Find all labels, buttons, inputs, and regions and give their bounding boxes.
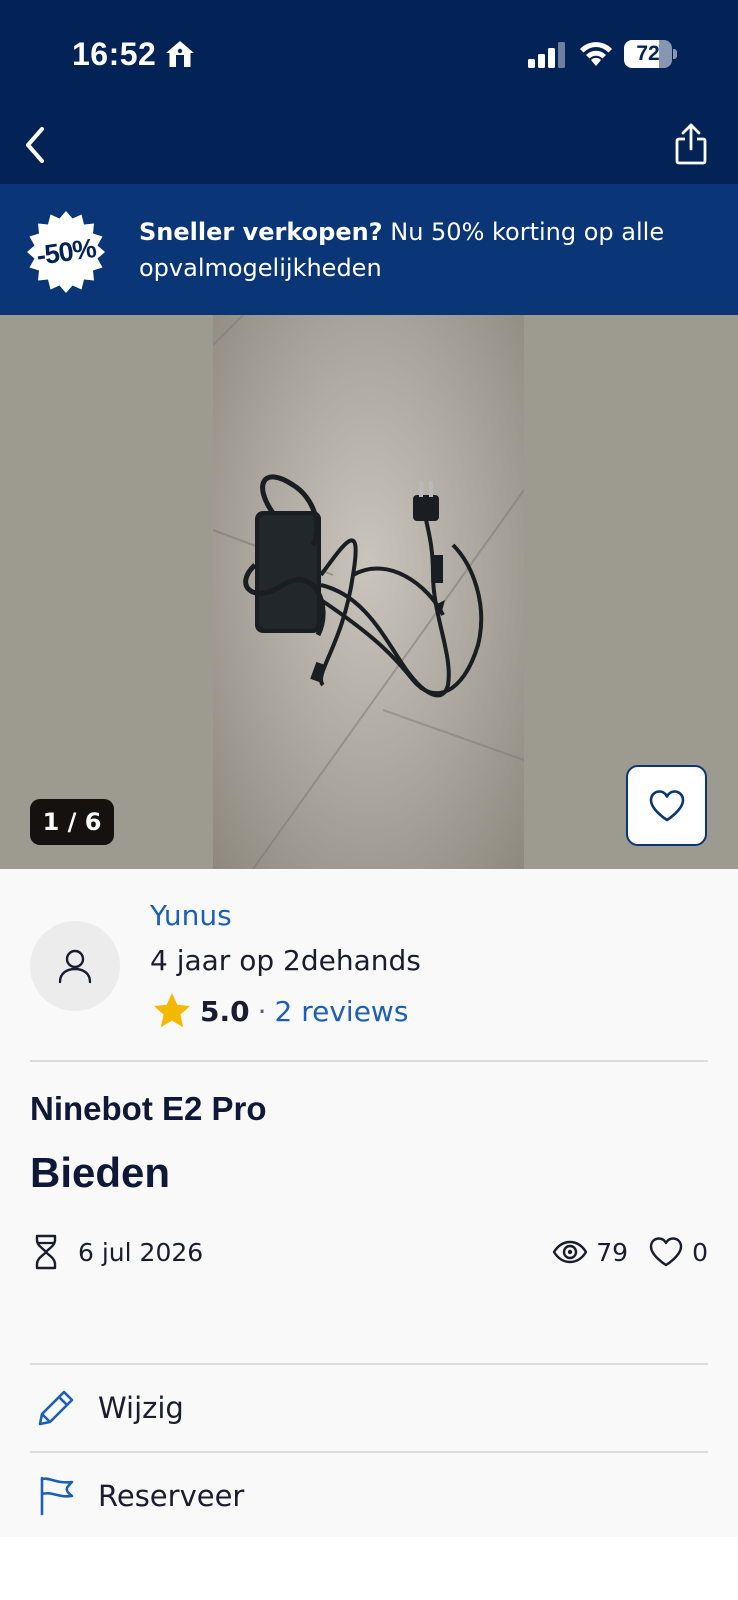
seller-rating: 5.0 · 2 reviews <box>152 989 408 1033</box>
seller-membership: 4 jaar op 2dehands <box>150 944 421 977</box>
listing-photo[interactable] <box>213 315 524 869</box>
promo-bold-text: Sneller verkopen? <box>139 218 383 246</box>
reserve-label: Reserveer <box>98 1479 245 1513</box>
divider <box>30 1060 708 1062</box>
battery-icon: 72 <box>624 40 677 68</box>
nav-bar <box>0 105 738 184</box>
hourglass-icon <box>35 1234 57 1270</box>
photo-counter: 1 / 6 <box>30 799 114 845</box>
status-bar: 16:52 72 <box>0 0 738 105</box>
seller-avatar[interactable] <box>30 921 120 1011</box>
home-icon <box>166 41 194 67</box>
share-button[interactable] <box>666 115 716 173</box>
eye-icon <box>553 1240 588 1264</box>
promo-text: Sneller verkopen? Nu 50% korting op alle… <box>139 214 699 286</box>
listing-title: Ninebot E2 Pro <box>30 1090 267 1127</box>
heart-icon <box>649 1237 683 1267</box>
listing-stats: 79 0 <box>552 1229 708 1275</box>
edit-label: Wijzig <box>98 1391 184 1425</box>
share-icon <box>675 123 707 165</box>
listing-price: Bieden <box>30 1149 171 1196</box>
favorites-count: 0 <box>692 1237 708 1267</box>
badge-text: -50% <box>34 233 98 271</box>
status-time: 16:52 <box>72 36 157 72</box>
listing-details: Yunus 4 jaar op 2dehands 5.0 · 2 reviews… <box>0 869 738 1537</box>
battery-level: 72 <box>636 42 660 65</box>
reviews-link[interactable]: 2 reviews <box>275 995 409 1028</box>
seller-name-link[interactable]: Yunus <box>150 899 232 932</box>
pencil-icon <box>38 1390 74 1426</box>
back-button[interactable] <box>10 117 60 173</box>
chevron-left-icon <box>26 127 44 163</box>
wifi-icon <box>580 42 612 66</box>
reserve-button[interactable]: Reserveer <box>30 1453 708 1539</box>
photo-gallery[interactable]: 1 / 6 <box>0 315 738 869</box>
favorite-button[interactable] <box>626 765 707 846</box>
charger-photo-illustration <box>213 315 524 869</box>
flag-icon <box>40 1476 74 1516</box>
promo-banner[interactable]: -50% Sneller verkopen? Nu 50% korting op… <box>0 184 738 315</box>
heart-icon <box>649 789 684 821</box>
date-text: 6 jul 2026 <box>78 1237 204 1267</box>
rating-value: 5.0 <box>200 994 250 1028</box>
star-icon <box>154 993 190 1028</box>
views-count: 79 <box>596 1237 629 1267</box>
edit-button[interactable]: Wijzig <box>30 1365 708 1451</box>
cellular-signal-icon <box>528 42 565 68</box>
listing-meta: 6 jul 2026 79 0 <box>30 1229 708 1275</box>
user-icon <box>58 949 92 984</box>
discount-badge: -50% <box>22 208 110 296</box>
listing-date: 6 jul 2026 <box>34 1229 203 1275</box>
rating-separator: · <box>257 994 267 1028</box>
